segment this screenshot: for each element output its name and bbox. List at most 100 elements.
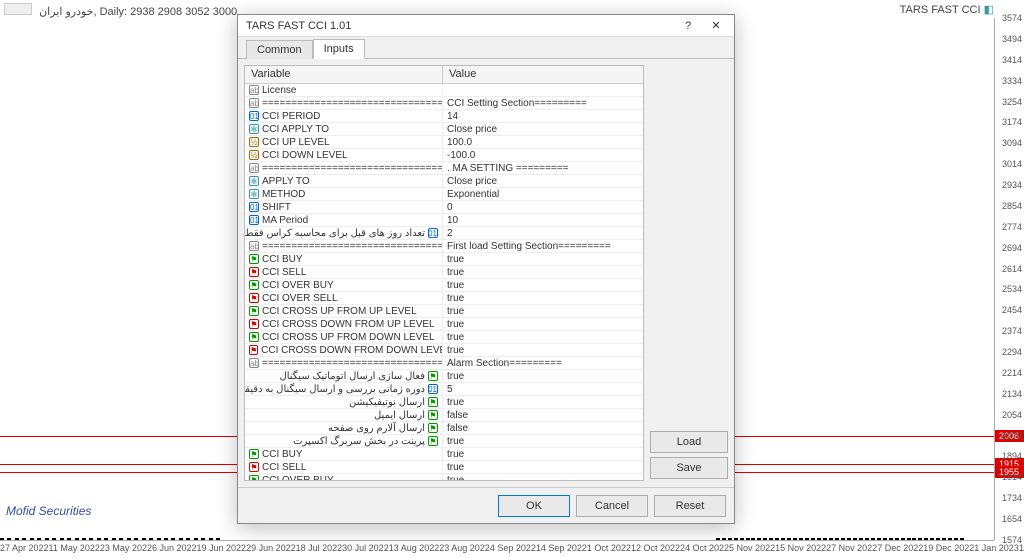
variable-name: CCI PERIOD [262,110,320,122]
close-button[interactable]: ✕ [702,17,730,35]
input-row[interactable]: ⚑پرینت در بخش سربرگ اکسپرتtrue [245,435,643,448]
dialog-titlebar[interactable]: TARS FAST CCI 1.01 ? ✕ [238,15,734,37]
input-row[interactable]: ⚑CCI OVER BUYtrue [245,279,643,292]
value-cell[interactable]: Alarm Section========= [443,357,643,369]
ok-button[interactable]: OK [498,495,570,517]
input-row[interactable]: ½CCI UP LEVEL100.0 [245,136,643,149]
value-cell[interactable]: true [443,344,643,356]
x-tick: 5 Nov 2022 [729,541,775,558]
input-row[interactable]: ⚑CCI BUYtrue [245,253,643,266]
input-row[interactable]: ab=================================First… [245,240,643,253]
variable-cell: 01دوره زمانی بررسی و ارسال سیگنال به دقی… [245,383,443,395]
value-cell[interactable]: false [443,409,643,421]
value-cell[interactable]: 10 [443,214,643,226]
value-cell[interactable]: true [443,292,643,304]
save-button[interactable]: Save [650,457,728,479]
input-row[interactable]: 01دوره زمانی بررسی و ارسال سیگنال به دقی… [245,383,643,396]
column-header-value[interactable]: Value [443,66,643,83]
value-cell[interactable]: true [443,461,643,473]
tab-inputs[interactable]: Inputs [313,39,365,59]
value-cell[interactable]: true [443,435,643,447]
variable-name: METHOD [262,188,305,200]
dialog-title: TARS FAST CCI 1.01 [246,20,674,32]
value-cell[interactable]: 5 [443,383,643,395]
value-cell[interactable]: true [443,305,643,317]
value-cell[interactable]: true [443,318,643,330]
value-cell[interactable]: true [443,370,643,382]
input-row[interactable]: ⚑CCI OVER BUYtrue [245,474,643,480]
value-cell[interactable]: true [443,279,643,291]
value-cell[interactable]: CCI Setting Section========= [443,97,643,109]
type-icon: ✻ [249,176,259,186]
input-row[interactable]: 01CCI PERIOD14 [245,110,643,123]
input-row[interactable]: ⚑CCI SELLtrue [245,461,643,474]
y-tick: 2854 [1002,201,1022,211]
value-cell[interactable]: -100.0 [443,149,643,161]
type-icon: 01 [428,228,438,238]
value-cell[interactable]: . MA SETTING ========= [443,162,643,174]
input-row[interactable]: ✻METHODExponential [245,188,643,201]
variable-name: License [262,84,296,96]
type-icon: ⚑ [249,332,259,342]
reset-button[interactable]: Reset [654,495,726,517]
value-cell[interactable]: 14 [443,110,643,122]
type-icon: ⚑ [249,319,259,329]
variable-cell: ⚑CCI CROSS UP FROM DOWN LEVEL [245,331,443,343]
value-cell[interactable]: First load Setting Section========= [443,240,643,252]
input-row[interactable]: ab=================================CCI S… [245,97,643,110]
input-row[interactable]: ⚑CCI OVER SELLtrue [245,292,643,305]
input-row[interactable]: ✻APPLY TOClose price [245,175,643,188]
type-icon: ⚑ [428,371,438,381]
cancel-button[interactable]: Cancel [576,495,648,517]
variable-cell: ⚑CCI BUY [245,448,443,460]
inputs-grid-scroll[interactable]: abLicenseab=============================… [245,84,643,480]
variable-cell: ab================================= [245,357,443,369]
x-tick: 1 Oct 2022 [587,541,631,558]
input-row[interactable]: ⚑CCI CROSS UP FROM UP LEVELtrue [245,305,643,318]
value-cell[interactable]: true [443,448,643,460]
y-tick: 1734 [1002,493,1022,503]
value-cell[interactable]: true [443,253,643,265]
value-cell[interactable]: 0 [443,201,643,213]
tab-common[interactable]: Common [246,40,313,59]
x-tick: 19 Jun 2022 [197,541,247,558]
input-row[interactable]: ⚑CCI CROSS DOWN FROM DOWN LEVELtrue [245,344,643,357]
x-tick: 13 Aug 2022 [389,541,440,558]
input-row[interactable]: ⚑فعال سازی ارسال اتوماتیک سیگنالtrue [245,370,643,383]
value-cell[interactable]: Close price [443,175,643,187]
x-tick: 23 Aug 2022 [439,541,490,558]
value-cell[interactable]: 100.0 [443,136,643,148]
column-header-variable[interactable]: Variable [245,66,443,83]
input-row[interactable]: ⚑CCI CROSS DOWN FROM UP LEVELtrue [245,318,643,331]
input-row[interactable]: abLicense [245,84,643,97]
input-row[interactable]: ⚑CCI BUYtrue [245,448,643,461]
value-cell[interactable]: true [443,396,643,408]
value-cell[interactable]: true [443,266,643,278]
input-row[interactable]: 01تعداد روز های قبل برای محاسبه کراس فقط… [245,227,643,240]
input-row[interactable]: ⚑CCI CROSS UP FROM DOWN LEVELtrue [245,331,643,344]
variable-name: CCI CROSS UP FROM DOWN LEVEL [262,331,435,343]
value-cell[interactable]: true [443,474,643,480]
input-row[interactable]: ab=================================Alarm… [245,357,643,370]
y-tick: 1974 [1002,431,1022,441]
input-row[interactable]: 01MA Period10 [245,214,643,227]
value-cell[interactable]: true [443,331,643,343]
input-row[interactable]: ⚑ارسال نوتیفیکیشنtrue [245,396,643,409]
value-cell[interactable]: Exponential [443,188,643,200]
load-button[interactable]: Load [650,431,728,453]
value-cell[interactable]: false [443,422,643,434]
value-cell[interactable] [443,84,643,96]
input-row[interactable]: ⚑CCI SELLtrue [245,266,643,279]
input-row[interactable]: ½CCI DOWN LEVEL-100.0 [245,149,643,162]
value-cell[interactable]: 2 [443,227,643,239]
indicator-settings-dialog: TARS FAST CCI 1.01 ? ✕ Common Inputs Var… [237,14,735,524]
input-row[interactable]: ✻CCI APPLY TOClose price [245,123,643,136]
input-row[interactable]: ab=================================. MA … [245,162,643,175]
value-cell[interactable]: Close price [443,123,643,135]
input-row[interactable]: 01SHIFT0 [245,201,643,214]
input-row[interactable]: ⚑ارسال ایمیلfalse [245,409,643,422]
y-tick: 2374 [1002,326,1022,336]
type-icon: ⚑ [249,475,259,480]
help-button[interactable]: ? [674,17,702,35]
input-row[interactable]: ⚑ارسال آلارم روی صفحهfalse [245,422,643,435]
